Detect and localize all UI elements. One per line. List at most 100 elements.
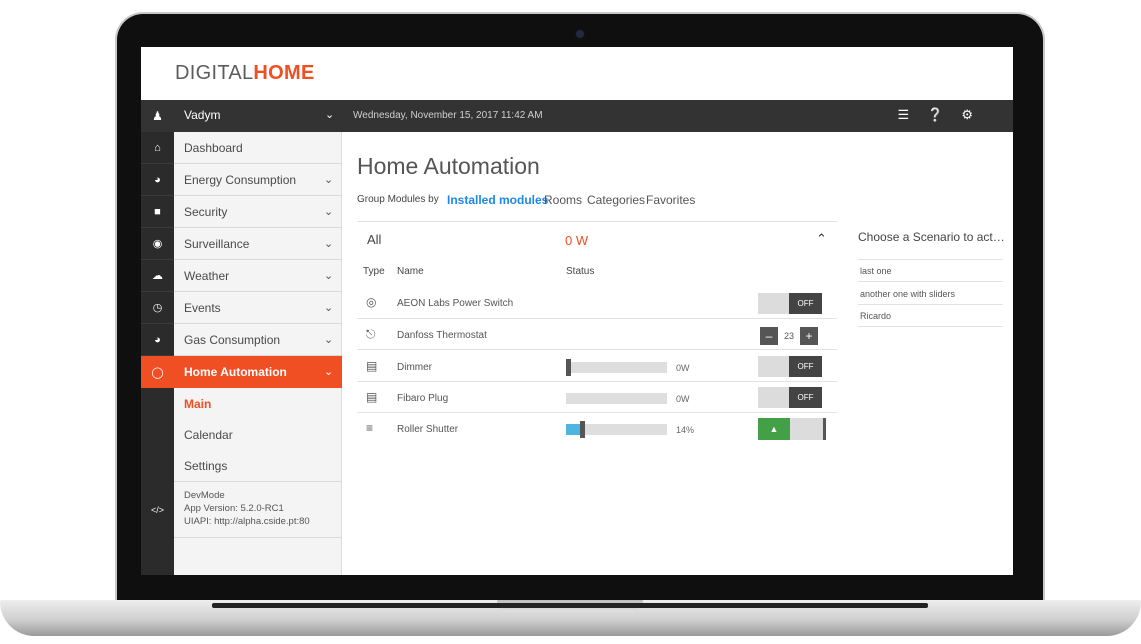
cloud-icon: ☁ <box>141 260 174 292</box>
scenario-panel-title: Choose a Scenario to act… <box>858 230 1005 244</box>
sidebar-item-label: Weather <box>184 269 230 283</box>
sidebar-item-dashboard[interactable]: ⌂ Dashboard <box>141 132 342 164</box>
power-toggle[interactable]: OFF <box>758 387 822 408</box>
scenario-item[interactable]: another one with sliders <box>860 289 955 299</box>
clock-icon: ◷ <box>141 292 174 324</box>
toolbar-icons: ☰ ❔ ⚙ <box>898 107 974 123</box>
devmode-title: DevMode <box>184 490 225 501</box>
chevron-down-icon: ⌄ <box>324 174 334 186</box>
divider <box>858 304 1003 305</box>
chevron-down-icon: ⌄ <box>324 366 334 378</box>
bulb-icon: ◯ <box>141 356 174 388</box>
sidebar-item-surveillance[interactable]: ◉ Surveillance ⌄ <box>141 228 342 260</box>
top-bar: ♟ Vadym ⌄ Wednesday, November 15, 2017 1… <box>141 100 1013 132</box>
sidebar-item-gas-consumption[interactable]: ◕ Gas Consumption ⌄ <box>141 324 342 356</box>
group-option-categories[interactable]: Categories <box>587 193 645 207</box>
temperature-stepper: – 23 + <box>760 327 818 345</box>
divider <box>858 281 1003 282</box>
devmode-panel: DevMode App Version: 5.2.0-RC1 UIAPI: ht… <box>174 481 342 538</box>
scenario-item[interactable]: Ricardo <box>860 311 891 321</box>
sidebar-item-label: Dashboard <box>184 141 243 155</box>
toggle-off-label: OFF <box>789 387 822 408</box>
shutter-slider[interactable] <box>566 421 667 438</box>
sidebar-item-energy-consumption[interactable]: ◕ Energy Consumption ⌄ <box>141 164 342 196</box>
sidebar-item-weather[interactable]: ☁ Weather ⌄ <box>141 260 342 292</box>
app-logo[interactable]: DIGITALHOME <box>175 62 315 85</box>
sidebar-item-label: Surveillance <box>184 237 250 251</box>
user-name[interactable]: Vadym <box>184 108 220 122</box>
group-option-installed-modules[interactable]: Installed modules <box>447 193 548 207</box>
sidebar-item-label: Home Automation <box>184 365 287 379</box>
row-divider <box>357 412 837 413</box>
increase-button[interactable]: + <box>800 327 818 345</box>
slider-fill <box>566 424 581 435</box>
chevron-down-icon: ⌄ <box>324 270 334 282</box>
device-name: AEON Labs Power Switch <box>397 298 514 309</box>
scenario-item[interactable]: last one <box>860 266 892 276</box>
row-divider <box>357 318 837 319</box>
sidebar-item-label: Security <box>184 205 228 219</box>
chevron-down-icon: ⌄ <box>324 302 334 314</box>
list-icon[interactable]: ☰ <box>898 107 910 123</box>
laptop-hinge <box>212 603 928 608</box>
pie-chart-icon: ◕ <box>141 164 174 196</box>
sidebar-item-security[interactable]: ■ Security ⌄ <box>141 196 342 228</box>
uiapi-url: UIAPI: http://alpha.cside.pt:80 <box>184 516 310 527</box>
total-power: 0 W <box>565 233 589 248</box>
device-name: Dimmer <box>397 362 432 373</box>
app-screen: DIGITALHOME ♟ Vadym ⌄ Wednesday, Novembe… <box>141 47 1013 575</box>
toggle-off-label: OFF <box>789 356 822 377</box>
group-option-rooms[interactable]: Rooms <box>544 193 582 207</box>
shutter-icon: ≡ <box>366 421 374 435</box>
row-divider <box>357 381 837 382</box>
app-version: App Version: 5.2.0-RC1 <box>184 503 284 514</box>
user-icon: ♟ <box>152 109 163 123</box>
device-name: Fibaro Plug <box>397 393 449 404</box>
divider <box>858 326 1003 327</box>
product-mockup: DIGITALHOME ♟ Vadym ⌄ Wednesday, Novembe… <box>0 0 1141 644</box>
chevron-down-icon[interactable]: ⌄ <box>325 108 334 121</box>
temperature-value: 23 <box>783 331 794 341</box>
chevron-down-icon: ⌄ <box>324 334 334 346</box>
shutter-up-button[interactable]: ▲ <box>758 418 790 440</box>
webcam <box>576 30 584 38</box>
page-title: Home Automation <box>357 153 540 179</box>
sidebar-item-label: Energy Consumption <box>184 173 297 187</box>
switch-icon: ◎ <box>366 295 377 309</box>
sidebar-item-label: Events <box>184 301 221 315</box>
submenu-main[interactable]: Main <box>184 397 211 411</box>
slider-value: 14% <box>676 425 695 435</box>
slider-value: 0W <box>676 394 690 404</box>
sidebar-item-home-automation[interactable]: ◯ Home Automation ⌄ <box>141 356 342 388</box>
column-header-status: Status <box>566 266 595 277</box>
device-name: Roller Shutter <box>397 424 459 435</box>
camera-icon: ◉ <box>141 228 174 260</box>
lock-icon: ■ <box>141 196 174 228</box>
code-icon: </> <box>150 504 164 515</box>
slider-handle[interactable] <box>580 421 586 438</box>
power-toggle[interactable]: OFF <box>758 293 822 314</box>
divider <box>357 221 837 222</box>
chevron-up-icon[interactable]: ⌃ <box>816 231 827 247</box>
settings-icon[interactable]: ⚙ <box>961 107 973 123</box>
sidebar-item-events[interactable]: ◷ Events ⌄ <box>141 292 342 324</box>
plug-icon: ▤ <box>366 359 378 373</box>
current-datetime: Wednesday, November 15, 2017 11:42 AM <box>353 110 543 121</box>
level-bar <box>566 393 667 404</box>
sidebar-item-label: Gas Consumption <box>184 333 281 347</box>
home-icon: ⌂ <box>141 132 174 164</box>
row-divider <box>357 349 837 350</box>
shutter-stop-handle[interactable] <box>823 418 826 440</box>
thermostat-icon: ⎋ <box>366 327 376 341</box>
decrease-button[interactable]: – <box>760 327 778 345</box>
submenu-calendar[interactable]: Calendar <box>184 428 233 442</box>
submenu-settings[interactable]: Settings <box>184 459 227 473</box>
chevron-down-icon: ⌄ <box>324 206 334 218</box>
power-toggle[interactable]: OFF <box>758 356 822 377</box>
help-icon[interactable]: ❔ <box>927 107 943 123</box>
filter-all[interactable]: All <box>367 232 381 247</box>
slider-handle[interactable] <box>566 359 571 376</box>
group-option-favorites[interactable]: Favorites <box>646 193 695 207</box>
pie-chart-icon: ◕ <box>141 324 174 356</box>
dimmer-slider[interactable] <box>566 359 667 376</box>
